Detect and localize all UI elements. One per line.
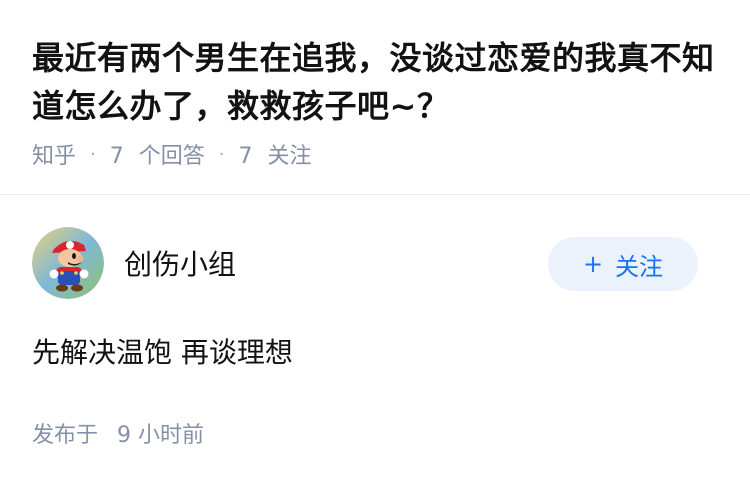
question-title[interactable]: 最近有两个男生在追我，没谈过恋爱的我真不知道怎么办了，救救孩子吧~？ <box>32 34 718 130</box>
follow-count: 7 <box>238 144 253 169</box>
time-value: 9 小时前 <box>117 423 205 448</box>
follow-count-link[interactable]: 7 关注 <box>239 138 312 170</box>
question-meta: 知乎 · 7 个回答 · 7 关注 <box>32 136 718 172</box>
mario-avatar-icon[interactable] <box>32 227 104 299</box>
question-header: 最近有两个男生在追我，没谈过恋爱的我真不知道怎么办了，救救孩子吧~？ 知乎 · … <box>0 0 750 172</box>
author-name[interactable]: 创伤小组 <box>124 243 236 283</box>
meta-separator: · <box>218 143 225 165</box>
answer-card: 创伤小组 + 关注 先解决温饱 再谈理想 发布于 9 小时前 <box>0 227 750 449</box>
follow-button-label: 关注 <box>615 252 664 281</box>
answer-count: 7 <box>109 144 124 169</box>
source-label[interactable]: 知乎 <box>32 138 76 170</box>
author-row: 创伤小组 + 关注 <box>32 227 718 299</box>
answer-count-link[interactable]: 7 个回答 <box>110 138 205 170</box>
answer-count-unit: 个回答 <box>138 144 205 169</box>
answer-timestamp: 发布于 9 小时前 <box>32 417 718 449</box>
follow-count-unit: 关注 <box>267 144 312 169</box>
plus-icon: + <box>582 250 604 278</box>
avatar-image <box>32 227 104 299</box>
follow-button[interactable]: + 关注 <box>548 237 698 291</box>
section-divider <box>0 194 750 195</box>
answer-content[interactable]: 先解决温饱 再谈理想 <box>32 333 718 373</box>
meta-separator: · <box>90 143 96 165</box>
time-prefix: 发布于 <box>32 423 99 448</box>
